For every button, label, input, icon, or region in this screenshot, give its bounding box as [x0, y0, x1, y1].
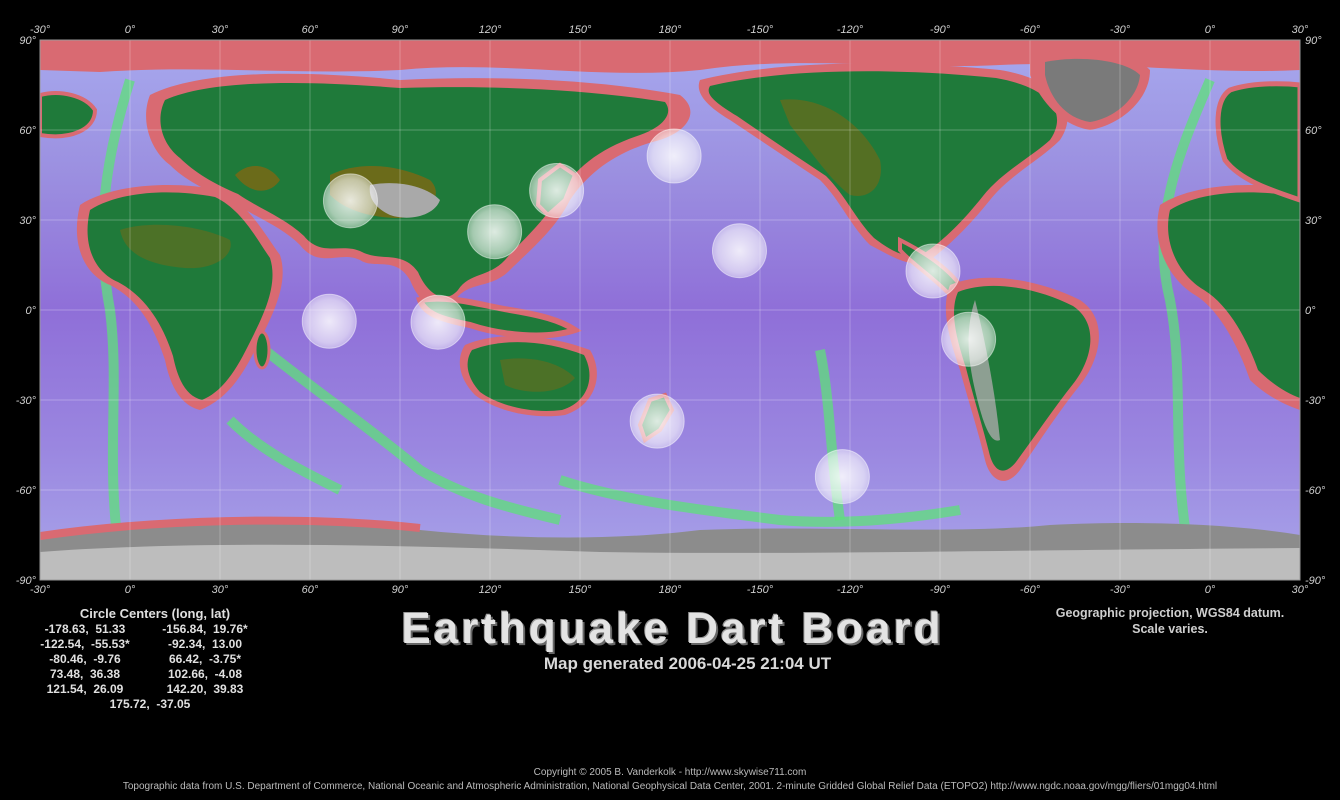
lon-label-top: 180° [659, 24, 682, 36]
lon-label-bottom: 0° [1205, 584, 1216, 596]
dart-circle [905, 243, 961, 299]
lon-label-bottom: 120° [479, 584, 502, 596]
lat-label-right: 30° [1305, 215, 1322, 227]
center-value: -80.46, -9.76 [49, 652, 121, 666]
lon-label-top: -150° [747, 24, 774, 36]
lon-label-top: 0° [125, 24, 136, 36]
lat-label-left: 30° [19, 215, 36, 227]
center-value: -122.54, -55.53* [40, 637, 130, 651]
dart-circle [410, 294, 466, 350]
lat-label-left: -30° [16, 395, 37, 407]
lat-label-right: -30° [1305, 395, 1326, 407]
lon-label-bottom: -30° [1110, 584, 1131, 596]
lat-label-left: 0° [25, 305, 36, 317]
lon-label-top: -30° [1110, 24, 1131, 36]
lat-label-left: -90° [16, 575, 37, 587]
lon-label-bottom: -60° [1020, 584, 1041, 596]
lon-label-top: -60° [1020, 24, 1041, 36]
lon-label-bottom: 150° [569, 584, 592, 596]
dart-circle [629, 393, 685, 449]
centers-row: -80.46, -9.76 66.42, -3.75* [30, 652, 280, 667]
center-value: 142.20, 39.83 [166, 682, 244, 696]
circle-centers-heading: Circle Centers (long, lat) [79, 606, 231, 621]
lat-label-right: 0° [1305, 305, 1316, 317]
centers-row: -122.54, -55.53* -92.34, 13.00 [30, 637, 280, 652]
projection-note: Geographic projection, WGS84 datum. Scal… [1000, 605, 1340, 637]
projection-line: Geographic projection, WGS84 datum. [1055, 606, 1285, 620]
center-value: 102.66, -4.08 [167, 667, 243, 681]
lat-label-right: -60° [1305, 485, 1326, 497]
lon-label-top: -90° [930, 24, 951, 36]
lon-label-top: 120° [479, 24, 502, 36]
dart-circle [941, 311, 997, 367]
dart-circle [467, 204, 523, 260]
dart-circle [711, 223, 767, 279]
lon-label-bottom: -120° [837, 584, 864, 596]
center-value: 121.54, 26.09 [46, 682, 124, 696]
generated-timestamp: Map generated 2006-04-25 21:04 UT [543, 654, 832, 673]
centers-row: -178.63, 51.33 -156.84, 19.76* [30, 622, 280, 637]
lon-label-top: 90° [392, 24, 409, 36]
lon-label-top: 0° [1205, 24, 1216, 36]
copyright-text: Copyright © 2005 B. Vanderkolk - http://… [533, 767, 807, 778]
map-title: Earthquake Dart Board [401, 604, 944, 653]
lon-label-top: -120° [837, 24, 864, 36]
lon-label-bottom: 60° [302, 584, 319, 596]
lon-label-bottom: 0° [125, 584, 136, 596]
center-value: -178.63, 51.33 [44, 622, 126, 636]
lon-label-top: 60° [302, 24, 319, 36]
lon-label-bottom: -90° [930, 584, 951, 596]
lat-label-right: 60° [1305, 125, 1322, 137]
dart-circle [646, 128, 702, 184]
lon-label-top: 150° [569, 24, 592, 36]
world-map: -30° -30° 0° 0° 30° 30° 60° 60° 90° 90° 120° 120° 15… [16, 24, 1326, 596]
lat-label-left: 90° [19, 35, 36, 47]
centers-row: 121.54, 26.09 142.20, 39.83 [30, 682, 280, 697]
centers-row: 73.48, 36.38 102.66, -4.08 [30, 667, 280, 682]
dart-circle [529, 163, 585, 219]
data-source-text: Topographic data from U.S. Department of… [122, 781, 1218, 792]
lon-label-top: 30° [212, 24, 229, 36]
center-value: 66.42, -3.75* [168, 652, 242, 666]
lat-label-right: 90° [1305, 35, 1322, 47]
lon-label-bottom: 30° [212, 584, 229, 596]
centers-row: 175.72, -37.05 [30, 697, 280, 712]
lat-label-left: -60° [16, 485, 37, 497]
lon-label-bottom: 90° [392, 584, 409, 596]
center-value: -156.84, 19.76* [162, 622, 248, 636]
center-value: -92.34, 13.00 [167, 637, 243, 651]
lon-label-bottom: 180° [659, 584, 682, 596]
center-value: 73.48, 36.38 [49, 667, 121, 681]
lat-label-right: -90° [1305, 575, 1326, 587]
lon-label-bottom: -150° [747, 584, 774, 596]
lat-label-left: 60° [19, 125, 36, 137]
dart-circle [301, 293, 357, 349]
dart-circle [322, 173, 378, 229]
center-value: 175.72, -37.05 [109, 697, 191, 711]
dart-circle [814, 449, 870, 505]
footer: Copyright © 2005 B. Vanderkolk - http://… [0, 766, 1340, 794]
projection-line: Scale varies. [1132, 622, 1208, 636]
circle-centers-panel: Circle Centers (long, lat) -178.63, 51.3… [30, 606, 280, 712]
